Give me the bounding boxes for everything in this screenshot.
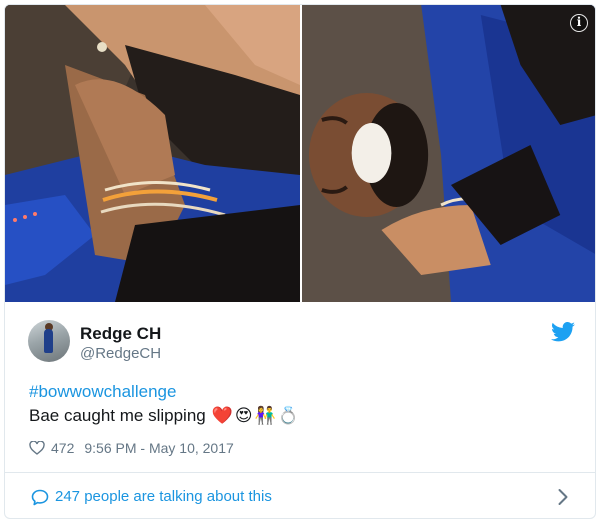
- couple-emoji: 👫: [254, 406, 276, 425]
- photo-left-image: [5, 5, 300, 302]
- photo-right[interactable]: i: [300, 5, 595, 302]
- hashtag-link[interactable]: #bowwowchallenge: [29, 382, 176, 402]
- red-heart-emoji: ❤️: [211, 406, 233, 425]
- like-count[interactable]: 472: [51, 440, 74, 456]
- tweet-text-line: Bae caught me slipping ❤️ 😍 👫 💍: [29, 406, 299, 426]
- photo-left[interactable]: [5, 5, 300, 302]
- avatar-figure: [44, 329, 53, 353]
- speech-bubble-icon: [31, 489, 49, 506]
- ring-emoji: 💍: [277, 406, 299, 425]
- tweet-body: Redge CH @RedgeCH #bowwowchallenge Bae c…: [5, 302, 595, 472]
- tweet-meta: 472 9:56 PM - May 10, 2017: [29, 440, 234, 456]
- avatar[interactable]: [28, 320, 70, 362]
- talking-about-link[interactable]: 247 people are talking about this: [55, 488, 272, 505]
- user-handle[interactable]: @RedgeCH: [80, 345, 161, 362]
- chevron-right-icon[interactable]: [557, 488, 569, 506]
- tweet-text: Bae caught me slipping: [29, 406, 206, 425]
- photo-grid: i: [5, 5, 595, 302]
- photo-right-image: [302, 5, 595, 302]
- timestamp[interactable]: 9:56 PM - May 10, 2017: [84, 440, 233, 456]
- heart-icon[interactable]: [29, 441, 45, 455]
- heart-eyes-emoji: 😍: [234, 406, 253, 425]
- emoji-group: ❤️ 😍 👫 💍: [212, 406, 299, 426]
- tweet-card: i Redge CH @RedgeCH #bowwowchallenge Bae…: [4, 4, 596, 519]
- conversation-footer[interactable]: 247 people are talking about this: [5, 473, 595, 518]
- user-name[interactable]: Redge CH: [80, 324, 161, 344]
- info-icon[interactable]: i: [570, 14, 588, 32]
- twitter-bird-icon[interactable]: [551, 322, 575, 342]
